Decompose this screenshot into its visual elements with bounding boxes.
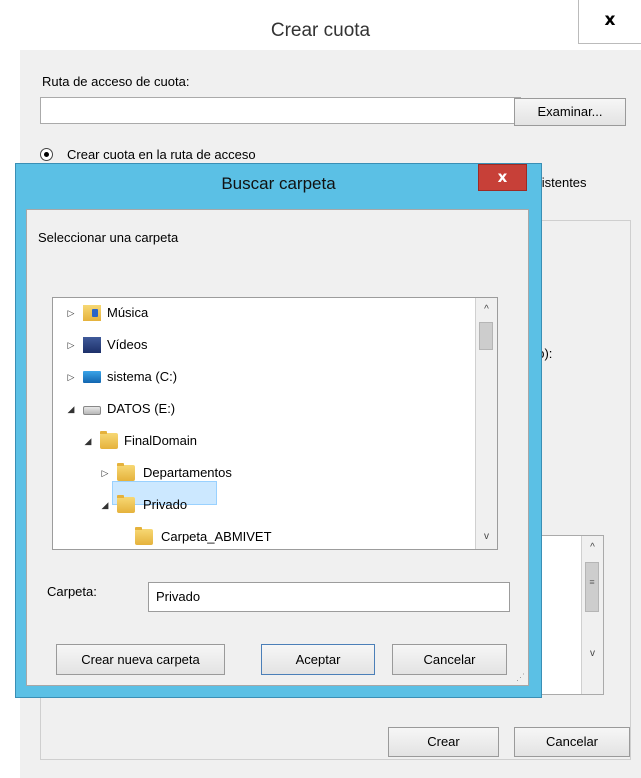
expand-icon[interactable]: ▷	[65, 366, 77, 388]
grip-icon: ≡	[589, 577, 595, 587]
path-label: Ruta de acceso de cuota:	[42, 74, 190, 89]
child-dialog-title: Buscar carpeta	[221, 174, 336, 193]
collapse-icon[interactable]: ◢	[65, 398, 77, 420]
new-folder-button[interactable]: Crear nueva carpeta	[56, 644, 225, 675]
folder-icon	[117, 495, 135, 513]
resize-grip-icon[interactable]: ⋰	[516, 672, 525, 683]
parent-titlebar: Crear cuota x	[0, 0, 641, 50]
tree-item-label: FinalDomain	[124, 433, 197, 448]
folder-tree[interactable]: ▷ Música ▷ Vídeos ▷ sistema (C:) ◢ DATOS…	[52, 297, 498, 550]
drive-icon	[83, 406, 101, 415]
scroll-down-icon[interactable]: v	[582, 644, 603, 664]
parent-dialog-title: Crear cuota	[270, 20, 371, 41]
folder-icon	[100, 431, 118, 449]
collapse-icon[interactable]: ◢	[99, 494, 111, 516]
parent-close-button[interactable]: x	[578, 0, 641, 44]
folder-input[interactable]: Privado	[148, 582, 510, 612]
tree-item-label: Privado	[143, 497, 188, 512]
tree-item-label: DATOS (E:)	[107, 401, 176, 416]
music-folder-icon	[83, 305, 101, 321]
folder-label: Carpeta:	[47, 584, 97, 599]
create-button[interactable]: Crear	[388, 727, 499, 757]
tree-item-label: Música	[107, 305, 149, 320]
tree-item-label: sistema (C:)	[107, 369, 178, 384]
parent-cancel-button[interactable]: Cancelar	[514, 727, 630, 757]
tree-item-label: Vídeos	[107, 337, 148, 352]
child-dialog-body: Seleccionar una carpeta ▷ Música ▷ Vídeo…	[26, 209, 529, 686]
browse-button[interactable]: Examinar...	[514, 98, 626, 126]
expand-icon[interactable]: ▷	[65, 334, 77, 356]
child-close-button[interactable]: x	[478, 164, 527, 191]
system-drive-icon	[83, 371, 101, 383]
tree-item-label: Carpeta_ABMIVET	[161, 529, 272, 544]
videos-folder-icon	[83, 337, 101, 353]
child-cancel-button[interactable]: Cancelar	[392, 644, 507, 675]
expand-icon[interactable]: ▷	[65, 302, 77, 324]
scroll-up-icon[interactable]: ^	[476, 300, 497, 320]
scroll-thumb[interactable]	[479, 322, 493, 350]
radio-create-at-path-label: Crear cuota en la ruta de acceso	[67, 147, 256, 162]
scroll-down-icon[interactable]: v	[476, 527, 497, 547]
collapse-icon[interactable]: ◢	[82, 430, 94, 452]
buscar-carpeta-dialog: Buscar carpeta x Seleccionar una carpeta…	[15, 163, 542, 698]
radio-create-at-path[interactable]: Crear cuota en la ruta de acceso	[40, 145, 360, 165]
parent-list-scrollbar[interactable]: ^ ≡ v	[581, 536, 603, 694]
scroll-up-icon[interactable]: ^	[582, 538, 603, 558]
ok-button[interactable]: Aceptar	[261, 644, 375, 675]
folder-icon	[135, 527, 153, 545]
tree-item-label: Departamentos	[143, 465, 232, 480]
expand-icon[interactable]: ▷	[99, 462, 111, 484]
tree-scrollbar[interactable]: ^ v	[475, 298, 497, 549]
child-titlebar: Buscar carpeta x	[16, 164, 541, 206]
radio-selected-icon[interactable]	[40, 148, 53, 161]
select-folder-instruction: Seleccionar una carpeta	[38, 230, 179, 245]
scroll-thumb[interactable]: ≡	[585, 562, 599, 612]
path-input[interactable]	[40, 97, 521, 124]
folder-icon	[117, 463, 135, 481]
